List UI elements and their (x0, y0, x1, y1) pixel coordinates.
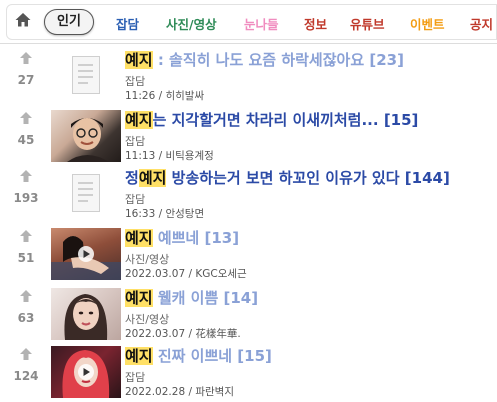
vote-count: 193 (13, 191, 39, 205)
list-item[interactable]: 124 예지 진짜 이쁘네 [15] 잡담 2022.02.28 / 파란벽지 (0, 342, 497, 402)
tab-notice[interactable]: 공지 (470, 14, 493, 33)
post-meta: 2022.02.28 / 파란벽지 (125, 386, 234, 398)
post-meta: 11:26 / 히히발싸 (125, 90, 205, 102)
post-title[interactable]: 예지 진짜 이쁘네 [15] (125, 346, 272, 366)
upvote-button[interactable]: 63 (12, 289, 40, 325)
up-arrow-icon (20, 170, 32, 182)
title-text: : 솔직히 나도 요즘 하락세잖아요 (152, 51, 365, 69)
post-title[interactable]: 예지 웰캐 이쁨 [14] (125, 288, 258, 308)
vote-count: 45 (17, 133, 35, 147)
search-highlight: 예지 (125, 289, 153, 307)
up-arrow-icon (20, 230, 32, 242)
post-category: 사진/영상 (125, 253, 170, 266)
vote-count: 124 (13, 369, 39, 383)
search-highlight: 예지 (125, 51, 153, 69)
up-arrow-icon (20, 290, 32, 302)
post-time: 2022.03.07 (125, 328, 186, 340)
list-item[interactable]: 63 예지 웰캐 이쁨 [14] 사진/영상 2022.03.07 / 花樣年華… (0, 284, 497, 344)
vote-count: 27 (17, 73, 35, 87)
post-thumbnail[interactable] (51, 288, 121, 340)
post-author: 히히발싸 (165, 90, 205, 102)
title-text: 방송하는거 보면 하꼬인 이유가 있다 (166, 169, 400, 187)
post-title[interactable]: 예지 예쁘네 [13] (125, 228, 239, 248)
title-text: 예쁘네 (152, 229, 200, 247)
post-author: 비틱용계정 (165, 150, 214, 162)
title-text: 는 지각할거면 차라리 이새끼처럼... (152, 111, 379, 129)
post-meta: 11:13 / 비틱용계정 (125, 150, 214, 162)
home-icon[interactable] (14, 11, 32, 29)
post-category: 잡담 (125, 193, 146, 206)
up-arrow-icon (20, 112, 32, 124)
upvote-button[interactable]: 124 (12, 347, 40, 383)
comment-count: [15] (237, 347, 272, 365)
tab-event[interactable]: 이벤트 (410, 14, 445, 33)
document-icon[interactable] (51, 50, 121, 102)
tab-photo-video[interactable]: 사진/영상 (166, 14, 217, 33)
tab-chat[interactable]: 잡담 (116, 14, 139, 33)
vote-count: 51 (17, 251, 35, 265)
search-highlight: 예지 (138, 169, 167, 187)
search-highlight: 예지 (125, 347, 153, 365)
post-category: 잡담 (125, 75, 146, 88)
post-time: 2022.02.28 (125, 386, 186, 398)
post-meta: 16:33 / 안성탕면 (125, 208, 205, 220)
post-category: 잡담 (125, 371, 146, 384)
list-item[interactable]: 51 예지 예쁘네 [13] 사진/영상 2022.03.07 / KGC오세근 (0, 224, 497, 284)
post-time: 2022.03.07 (125, 268, 186, 280)
post-category: 잡담 (125, 135, 146, 148)
comment-count: [14] (223, 289, 259, 307)
post-category: 사진/영상 (125, 313, 170, 326)
upvote-button[interactable]: 27 (12, 51, 40, 87)
upvote-button[interactable]: 51 (12, 229, 40, 265)
up-arrow-icon (20, 348, 32, 360)
tab-popular[interactable]: 인기 (44, 9, 94, 35)
title-text: 진짜 이쁘네 (152, 347, 233, 365)
post-meta: 2022.03.07 / KGC오세근 (125, 268, 247, 280)
post-thumbnail[interactable] (51, 346, 121, 398)
list-item[interactable]: 45 예지는 지각할거면 차라리 이새끼처럼... [15] 잡담 11:13 … (0, 106, 497, 166)
up-arrow-icon (20, 52, 32, 64)
upvote-button[interactable]: 193 (12, 169, 40, 205)
post-thumbnail[interactable] (51, 110, 121, 162)
post-author: 파란벽지 (195, 386, 234, 398)
post-time: 11:26 (125, 90, 156, 102)
tab-info[interactable]: 정보 (304, 14, 327, 33)
tab-youtube[interactable]: 유튜브 (350, 14, 385, 33)
comment-count: [23] (369, 51, 404, 69)
post-author: 안성탕면 (165, 208, 205, 220)
post-title[interactable]: 정예지 방송하는거 보면 하꼬인 이유가 있다 [144] (125, 168, 450, 188)
comment-count: [144] (404, 169, 450, 187)
tab-nunadeul[interactable]: 눈나들 (244, 14, 279, 33)
search-highlight: 예지 (125, 111, 153, 129)
title-prefix: 정 (125, 169, 139, 187)
list-item[interactable]: 27 예지 : 솔직히 나도 요즘 하락세잖아요 [23] 잡담 11:26 /… (0, 46, 497, 106)
post-thumbnail[interactable] (51, 228, 121, 280)
upvote-button[interactable]: 45 (12, 111, 40, 147)
vote-count: 63 (17, 311, 35, 325)
post-author: KGC오세근 (195, 268, 247, 280)
top-navigation: 인기 잡담 사진/영상 눈나들 정보 유튜브 이벤트 공지 (0, 0, 497, 44)
post-title[interactable]: 예지는 지각할거면 차라리 이새끼처럼... [15] (125, 110, 418, 130)
post-title[interactable]: 예지 : 솔직히 나도 요즘 하락세잖아요 [23] (125, 50, 404, 70)
post-meta: 2022.03.07 / 花樣年華. (125, 328, 241, 340)
post-time: 11:13 (125, 150, 156, 162)
list-item[interactable]: 193 정예지 방송하는거 보면 하꼬인 이유가 있다 [144] 잡담 16:… (0, 164, 497, 224)
title-text: 웰캐 이쁨 (152, 289, 219, 307)
post-author: 花樣年華. (195, 328, 241, 340)
search-highlight: 예지 (125, 229, 153, 247)
comment-count: [13] (204, 229, 240, 247)
comment-count: [15] (383, 111, 419, 129)
post-time: 16:33 (125, 208, 156, 220)
document-icon[interactable] (51, 168, 121, 220)
